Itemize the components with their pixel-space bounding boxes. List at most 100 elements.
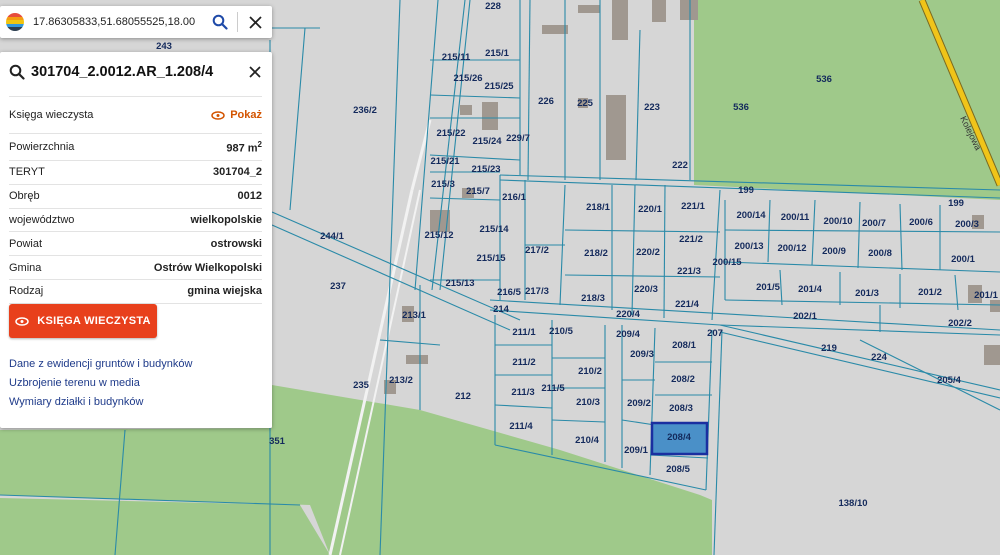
parcel-label: 215/21 (430, 156, 460, 167)
parcel-label: 221/3 (677, 266, 701, 277)
search-icon (9, 64, 25, 80)
row-value: 987 m2 (226, 139, 262, 155)
parcel-label: 228 (485, 1, 501, 12)
parcel-label: 215/7 (466, 186, 490, 197)
row-label: województwo (9, 213, 75, 226)
parcel-label: 236/2 (353, 105, 377, 116)
parcel-label: 222 (672, 160, 688, 171)
row-value: ostrowski (210, 237, 262, 250)
parcel-label: 199 (948, 198, 964, 209)
parcel-label: 210/4 (575, 435, 599, 446)
parcel-label: 210/5 (549, 326, 573, 337)
parcel-label: 200/1 (951, 254, 975, 265)
parcel-label: 215/25 (484, 81, 514, 92)
parcel-label: 221/4 (675, 299, 699, 310)
search-button[interactable] (203, 6, 237, 38)
parcel-label: 215/3 (431, 179, 455, 190)
parcel-label: 210/2 (578, 366, 602, 377)
parcel-label: 215/1 (485, 48, 509, 59)
row-powiat: Powiat ostrowski (9, 232, 262, 257)
row-label: Obręb (9, 190, 40, 203)
parcel-label: 536 (816, 74, 832, 85)
close-icon (249, 66, 261, 78)
parcel-label: 208/5 (666, 464, 690, 475)
link-uzbrojenie[interactable]: Uzbrojenie terenu w media (9, 377, 192, 389)
parcel-label: 207 (707, 328, 723, 339)
parcel-label: 223 (644, 102, 660, 113)
parcel-label: 220/1 (638, 204, 662, 215)
parcel-label: 210/3 (576, 397, 600, 408)
parcel-label: 211/4 (509, 421, 533, 432)
parcel-label: 215/24 (472, 136, 502, 147)
parcel-label: 200/7 (862, 218, 886, 229)
parcel-label: 215/26 (453, 73, 482, 84)
parcel-label: 244/1 (320, 231, 344, 242)
close-panel-button[interactable] (238, 55, 272, 89)
parcel-label: 215/22 (436, 128, 465, 139)
links-list: Dane z ewidencji gruntów i budynków Uzbr… (9, 358, 192, 415)
parcel-label: 243 (156, 41, 172, 52)
parcel-label: 221/1 (681, 201, 705, 212)
show-land-registry-link[interactable]: Pokaż (211, 109, 262, 121)
parcel-label: 215/23 (471, 164, 500, 175)
parcel-label: 215/12 (424, 230, 453, 241)
row-wojewodztwo: województwo wielkopolskie (9, 209, 262, 233)
parcel-label: 229/7 (506, 133, 530, 144)
row-label: Rodzaj (9, 285, 44, 298)
parcel-label: 200/11 (781, 212, 810, 223)
parcel-label: 220/2 (636, 247, 660, 258)
coordinates-input[interactable]: 17.86305833,51.68055525,18.00 (33, 16, 203, 28)
parcel-label: 200/12 (777, 243, 806, 254)
parcel-label: 211/2 (512, 357, 535, 368)
row-value: 0012 (237, 190, 262, 203)
search-bar: 17.86305833,51.68055525,18.00 (0, 6, 272, 38)
parcel-label: 208/3 (669, 403, 693, 414)
parcel-label: 215/13 (445, 278, 474, 289)
parcel-label: 217/2 (525, 245, 549, 256)
parcel-label: 200/10 (823, 216, 852, 227)
row-value: Ostrów Wielkopolski (153, 261, 262, 274)
parcel-label: 199 (738, 185, 754, 196)
parcel-label: 200/14 (736, 210, 766, 221)
clear-search-button[interactable] (238, 6, 272, 38)
row-label: Księga wieczysta (9, 109, 94, 121)
parcel-label: 202/2 (948, 318, 972, 329)
parcel-label: 209/4 (616, 329, 640, 340)
parcel-label: 200/6 (909, 217, 933, 228)
parcel-label: 200/9 (822, 246, 846, 257)
row-label: Gmina (9, 261, 42, 274)
parcel-label: 202/1 (793, 311, 817, 322)
row-powierzchnia: Powierzchnia 987 m2 (9, 134, 262, 161)
parcel-label: 201/4 (798, 284, 822, 295)
geoportal-logo-icon (6, 13, 24, 31)
row-obreb: Obręb 0012 (9, 185, 262, 209)
parcel-label: 209/2 (627, 398, 651, 409)
land-registry-button[interactable]: KSIĘGA WIECZYSTA (9, 304, 157, 338)
parcel-label: 200/13 (734, 241, 763, 252)
parcel-label: 215/14 (479, 224, 509, 235)
link-ewidencja[interactable]: Dane z ewidencji gruntów i budynków (9, 358, 192, 370)
parcel-label: 201/2 (918, 287, 942, 298)
parcel-label: 351 (269, 436, 286, 447)
row-label: TERYT (9, 166, 45, 179)
row-ksiega-wieczysta: Księga wieczysta Pokaż (9, 96, 262, 134)
parcel-label: 216/5 (497, 287, 521, 298)
row-gmina: Gmina Ostrów Wielkopolski (9, 256, 262, 280)
parcel-label: 217/3 (525, 286, 549, 297)
parcel-label: 213/1 (402, 310, 426, 321)
parcel-label: 208/4 (667, 432, 691, 443)
row-value: gmina wiejska (187, 285, 262, 298)
link-wymiary[interactable]: Wymiary działki i budynków (9, 396, 192, 408)
parcel-label: 209/1 (624, 445, 648, 456)
attribute-table: Księga wieczysta Pokaż Powierzchnia 987 … (9, 96, 262, 304)
parcel-info-panel: 301704_2.0012.AR_1.208/4 Księga wieczyst… (0, 52, 272, 428)
parcel-label: 225 (577, 98, 594, 109)
parcel-label: 220/3 (634, 284, 658, 295)
parcel-label: 220/4 (616, 309, 640, 320)
parcel-label: 200/3 (955, 219, 979, 230)
row-label: Powierzchnia (9, 141, 75, 153)
parcel-label: 218/1 (586, 202, 610, 213)
parcel-label: 213/2 (389, 375, 413, 386)
row-teryt: TERYT 301704_2 (9, 161, 262, 185)
panel-header: 301704_2.0012.AR_1.208/4 (0, 52, 272, 92)
